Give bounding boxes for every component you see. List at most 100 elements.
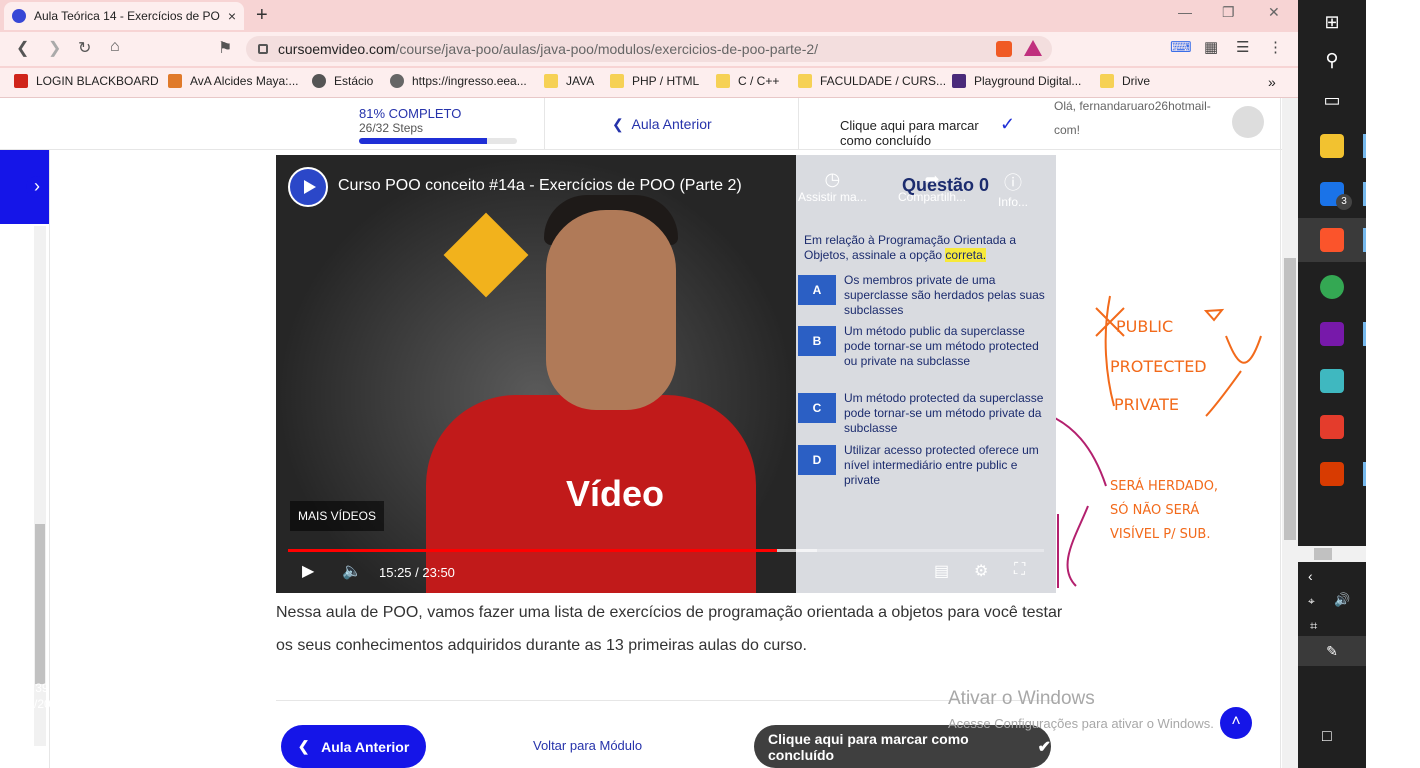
taskbar-app[interactable] bbox=[1298, 124, 1366, 168]
browser-toolbar: ❮ ❯ ↻ ⌂ ⚑ cursoemvideo.com /course/java-… bbox=[0, 32, 1298, 66]
estacio-icon bbox=[312, 74, 326, 88]
onenote-icon bbox=[1320, 322, 1344, 346]
media-icon[interactable]: ☰ bbox=[1236, 38, 1249, 56]
quiz-option: A Os membros private de uma superclasse s… bbox=[796, 273, 1056, 319]
share-button[interactable]: ➦ Compartilh... bbox=[898, 169, 966, 204]
video-player[interactable]: Vídeo Questão 0 Em relação à Programação… bbox=[276, 155, 1056, 593]
volume-icon[interactable]: 🔊 bbox=[1334, 592, 1350, 608]
option-text: Um método public da superclasse pode tor… bbox=[844, 324, 1039, 368]
annotation-text: SERÁ HERDADO, bbox=[1110, 478, 1218, 494]
prev-lesson-label: Aula Anterior bbox=[631, 116, 712, 132]
seek-bar[interactable] bbox=[288, 549, 1044, 552]
minimize-icon[interactable]: — bbox=[1178, 4, 1192, 20]
horizontal-scrollbar[interactable] bbox=[1298, 546, 1366, 562]
network-icon[interactable]: ⌖ bbox=[1308, 594, 1315, 609]
sidebar-toggle[interactable]: › bbox=[0, 150, 50, 224]
taskbar-app[interactable] bbox=[1298, 265, 1366, 309]
brave-shields-icon[interactable] bbox=[996, 41, 1012, 57]
home-icon[interactable]: ⌂ bbox=[110, 38, 120, 56]
scrollbar-thumb[interactable] bbox=[35, 524, 45, 684]
bookmark-folder[interactable]: JAVA bbox=[544, 74, 594, 88]
task-view-button[interactable]: ▭ bbox=[1298, 78, 1366, 122]
pen-icon[interactable]: ✎ bbox=[1298, 636, 1366, 666]
brave-rewards-icon[interactable] bbox=[1024, 40, 1042, 56]
bookmark-item[interactable]: Playground Digital... bbox=[952, 74, 1081, 88]
scrollbar-thumb[interactable] bbox=[1314, 548, 1332, 560]
scrollbar-thumb[interactable] bbox=[1284, 258, 1296, 540]
bookmark-folder[interactable]: Drive bbox=[1100, 74, 1150, 88]
bookmark-folder[interactable]: PHP / HTML bbox=[610, 74, 699, 88]
reload-icon[interactable]: ↻ bbox=[78, 38, 91, 58]
volume-icon[interactable]: 🔈 bbox=[342, 561, 362, 581]
check-icon[interactable]: ✓ bbox=[1000, 114, 1015, 135]
tab-active[interactable]: Aula Teórica 14 - Exercícios de PO × bbox=[4, 2, 244, 30]
bookmark-item[interactable]: LOGIN BLACKBOARD bbox=[14, 74, 159, 88]
more-videos-button[interactable]: MAIS VÍDEOS bbox=[290, 501, 385, 531]
folder-icon bbox=[716, 74, 730, 88]
bookmarks-overflow-icon[interactable]: » bbox=[1268, 74, 1276, 90]
taskbar-clock[interactable]: 11:39 17/05/2021 bbox=[0, 680, 68, 712]
address-bar[interactable]: cursoemvideo.com /course/java-poo/aulas/… bbox=[246, 36, 1052, 62]
snipping-icon bbox=[1320, 462, 1344, 486]
search-button[interactable]: ⚲ bbox=[1298, 38, 1366, 82]
avatar[interactable] bbox=[1232, 106, 1264, 138]
video-title[interactable]: Curso POO conceito #14a - Exercícios de … bbox=[338, 177, 742, 195]
mark-complete-link[interactable]: Clique aqui para marcar como concluído bbox=[840, 118, 990, 148]
bookmark-label: FACULDADE / CURS... bbox=[820, 74, 947, 88]
channel-avatar[interactable] bbox=[288, 167, 328, 207]
restore-icon[interactable]: ❐ bbox=[1222, 4, 1235, 21]
sidebar-scrollbar[interactable] bbox=[34, 226, 46, 746]
prev-lesson-button[interactable]: ❮ Aula Anterior bbox=[281, 725, 426, 768]
taskbar-app[interactable] bbox=[1298, 218, 1366, 262]
fullscreen-icon[interactable]: ⛶ bbox=[1014, 561, 1025, 579]
new-tab-button[interactable]: + bbox=[256, 4, 268, 27]
bookmark-label: Estácio bbox=[334, 74, 374, 88]
scroll-to-top-button[interactable]: ˄ bbox=[1220, 707, 1252, 739]
option-letter: A bbox=[798, 275, 836, 305]
bookmark-item[interactable]: Estácio bbox=[312, 74, 373, 88]
subtitles-icon[interactable]: ▤ bbox=[934, 561, 949, 581]
watermark-subtitle: Acesse Configurações para ativar o Windo… bbox=[948, 716, 1214, 731]
task-view-icon: ▭ bbox=[1323, 89, 1341, 110]
page-scrollbar[interactable] bbox=[1282, 98, 1298, 768]
translate-icon[interactable]: ⌨ bbox=[1170, 38, 1192, 56]
notifications-icon[interactable]: □ bbox=[1322, 728, 1332, 746]
back-to-module-link[interactable]: Voltar para Módulo bbox=[533, 738, 642, 753]
bookmark-label: AvA Alcides Maya:... bbox=[190, 74, 299, 88]
taskbar-app[interactable] bbox=[1298, 359, 1366, 403]
taskbar-app[interactable] bbox=[1298, 312, 1366, 356]
prev-lesson-link[interactable]: ❮ Aula Anterior bbox=[612, 116, 712, 133]
divider bbox=[49, 150, 50, 768]
folder-icon bbox=[798, 74, 812, 88]
annotation-text: PUBLIC bbox=[1116, 317, 1173, 336]
taskbar-app[interactable] bbox=[1298, 452, 1366, 496]
search-icon: ⚲ bbox=[1325, 49, 1339, 70]
app-grid-icon bbox=[1320, 415, 1344, 439]
extensions-icon[interactable]: ▦ bbox=[1204, 38, 1218, 56]
lock-icon bbox=[258, 44, 268, 54]
wifi-icon[interactable]: ⌗ bbox=[1310, 618, 1317, 634]
window-close-icon[interactable]: ✕ bbox=[1268, 4, 1280, 21]
presenter-face bbox=[546, 210, 676, 410]
watch-later-button[interactable]: ◷ Assistir ma... bbox=[798, 169, 867, 204]
back-icon[interactable]: ❮ bbox=[16, 38, 29, 58]
quiz-slide: Questão 0 Em relação à Programação Orien… bbox=[796, 155, 1056, 593]
bookmark-item[interactable]: https://ingresso.eea... bbox=[390, 74, 527, 88]
mark-complete-button-label: Clique aqui para marcar como concluído bbox=[768, 730, 969, 763]
url-host: cursoemvideo.com bbox=[278, 41, 396, 57]
play-icon[interactable]: ▶ bbox=[302, 561, 314, 581]
mark-complete-button[interactable]: Clique aqui para marcar como concluído ✔ bbox=[754, 725, 1051, 768]
settings-gear-icon[interactable]: ⚙ bbox=[974, 561, 988, 581]
info-button[interactable]: ⓘ Info... bbox=[998, 169, 1028, 209]
bookmark-folder[interactable]: FACULDADE / CURS... bbox=[798, 74, 946, 88]
taskbar-app[interactable] bbox=[1298, 405, 1366, 449]
ink-stroke bbox=[1095, 295, 1125, 407]
forward-icon[interactable]: ❯ bbox=[48, 38, 61, 58]
taskbar-app[interactable]: 3 bbox=[1298, 172, 1366, 216]
bookmark-item[interactable]: AvA Alcides Maya:... bbox=[168, 74, 299, 88]
menu-icon[interactable]: ⋮ bbox=[1268, 38, 1283, 56]
bookmark-icon[interactable]: ⚑ bbox=[218, 38, 232, 58]
tab-close-icon[interactable]: × bbox=[228, 8, 236, 24]
chevron-left-icon[interactable]: ‹ bbox=[1308, 568, 1313, 584]
bookmark-folder[interactable]: C / C++ bbox=[716, 74, 779, 88]
